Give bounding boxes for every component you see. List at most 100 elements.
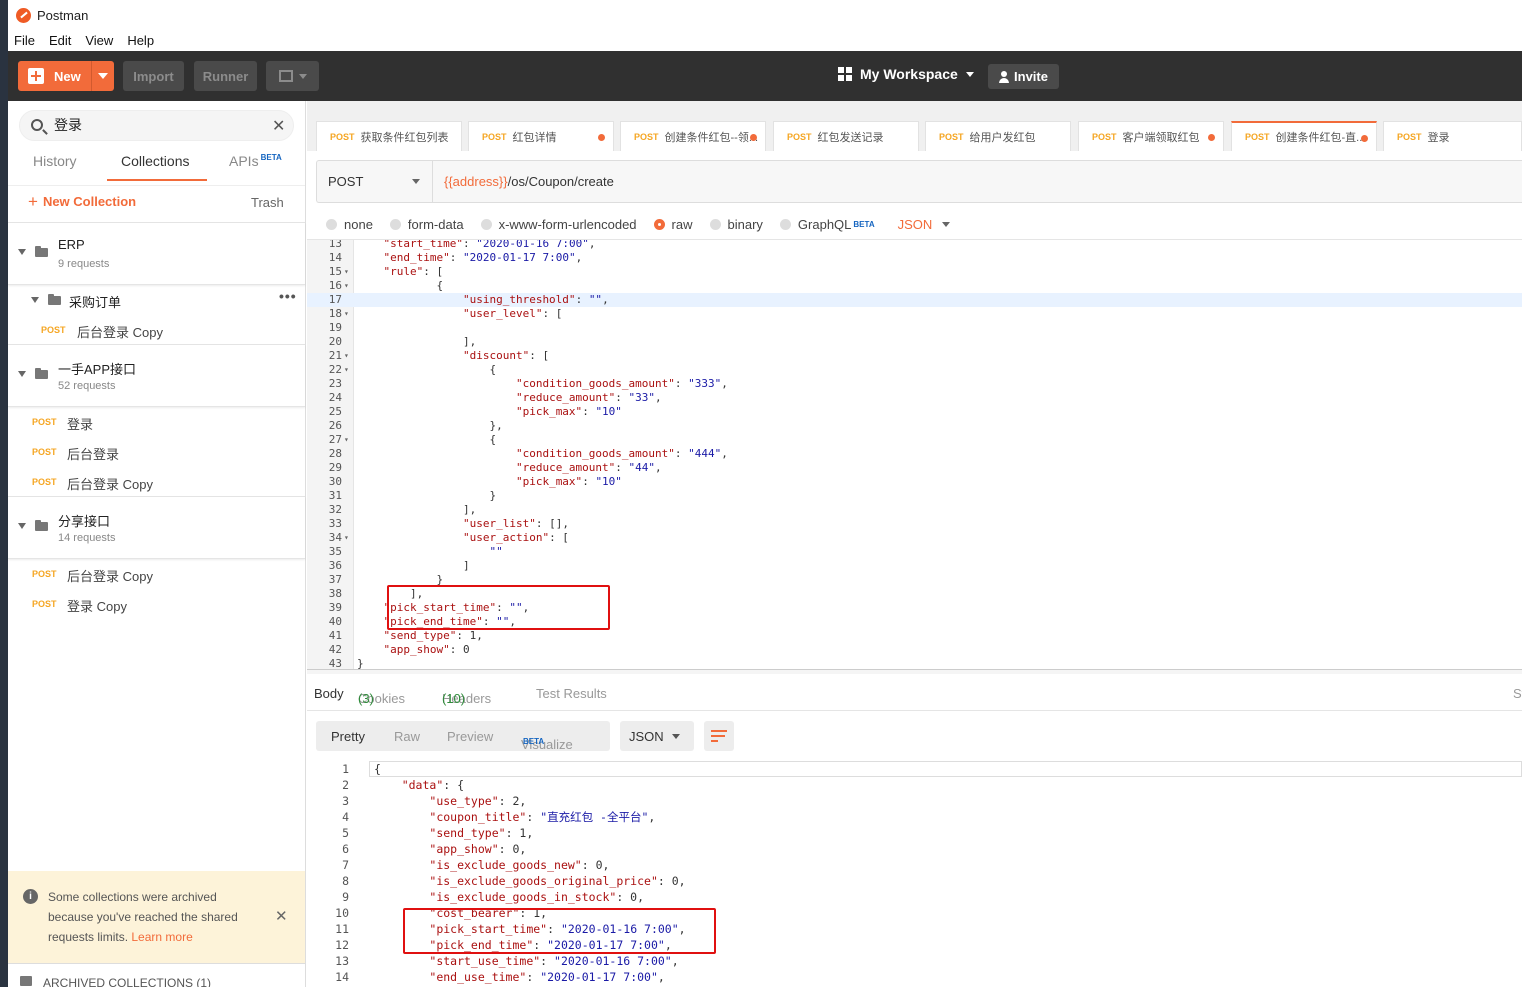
tab-request-active[interactable]: POST 创建条件红包-直... [1231,121,1377,151]
request-item[interactable]: POST 后台登录 [8,437,305,467]
code-line: 42 "app_show": 0 [307,643,1522,657]
tab-request[interactable]: POST 客户端领取红包 [1078,121,1224,151]
new-collection-button[interactable]: + New Collection [28,193,137,210]
trash-button[interactable]: Trash [251,195,284,210]
line-number: 42 [328,643,342,656]
archived-collections-bar[interactable]: ARCHIVED COLLECTIONS (1) [8,963,305,987]
tab-label: 给用户发红包 [969,131,1036,144]
workspace-switcher[interactable]: My Workspace [838,66,974,82]
menu-view[interactable]: View [85,33,113,48]
unsaved-dot-icon [598,134,605,141]
chevron-down-icon[interactable] [18,249,26,255]
tab-test-results[interactable]: Test Results [536,686,607,701]
view-preview[interactable]: Preview [447,729,493,744]
tab-method: POST [1397,131,1422,142]
url-variable: {{address}} [444,174,508,189]
workspace-grid-icon [838,67,852,81]
pane-divider[interactable] [307,669,1522,674]
sidebar-search[interactable]: ✕ [19,110,294,141]
fold-toggle-icon[interactable]: ▾ [344,307,349,321]
request-method: POST [32,447,57,457]
collection-folder-icon [35,246,48,257]
radio-urlencoded[interactable]: x-www-form-urlencoded [480,216,637,232]
menu-edit[interactable]: Edit [49,33,71,48]
response-format-select[interactable]: JSON [620,721,694,751]
url-input[interactable]: {{address}}/os/Coupon/create [444,174,614,189]
import-button[interactable]: Import [123,61,184,91]
code-text: "start_use_time": "2020-01-16 7:00", [429,954,679,968]
runner-button[interactable]: Runner [194,61,257,91]
tab-request[interactable]: POST 创建条件红包--领... [620,121,766,151]
chevron-down-icon[interactable] [18,523,26,529]
tab-label: 获取条件红包列表 [360,131,449,144]
more-options-icon[interactable]: ••• [279,288,297,304]
request-item[interactable]: POST 后台登录 Copy [8,467,305,497]
collection-item[interactable]: 一手APP接口 52 requests [8,345,305,407]
tab-request[interactable]: POST 红包详情 [468,121,614,151]
menu-help[interactable]: Help [127,33,154,48]
code-line: 13 "start_time": "2020-01-16 7:00", [307,240,1522,251]
fold-toggle-icon[interactable]: ▾ [344,349,349,363]
radio-raw[interactable]: raw [653,217,693,232]
tab-request[interactable]: POST 给用户发红包 [925,121,1071,151]
tab-collections[interactable]: Collections [121,153,189,169]
tab-request[interactable]: POST 获取条件红包列表 [316,121,462,151]
menu-file[interactable]: File [14,33,35,48]
tab-apis[interactable]: APIs BETA [229,153,282,169]
method-select[interactable]: POST [317,161,433,202]
tab-request[interactable]: POST 红包发送记录 [773,121,919,151]
code-line: 15 ▾ "rule": [ [307,265,1522,279]
view-pretty[interactable]: Pretty [331,729,365,744]
request-item[interactable]: POST 后台登录 Copy [8,559,305,589]
code-line: 7 "is_exclude_goods_new": 0, [307,857,1522,873]
line-number: 13 [335,954,349,968]
fold-toggle-icon[interactable]: ▾ [344,363,349,377]
close-icon[interactable]: ✕ [275,907,288,925]
tab-request[interactable]: POST 登录 [1383,121,1522,151]
folder-item[interactable]: 采购订单 ••• [8,285,305,315]
request-item[interactable]: POST 登录 Copy [8,589,305,619]
collection-item[interactable]: ERP 9 requests [8,223,305,285]
invite-button[interactable]: Invite [988,64,1059,89]
tab-history[interactable]: History [33,153,77,169]
request-method: POST [32,477,57,487]
fold-toggle-icon[interactable]: ▾ [344,265,349,279]
fold-toggle-icon[interactable]: ▾ [344,433,349,447]
fold-toggle-icon[interactable]: ▾ [344,531,349,545]
radio-graphql[interactable]: GraphQL BETA [779,217,875,232]
line-number: 32 [328,503,342,516]
code-text: "condition_goods_amount": "444", [515,447,728,460]
learn-more-link[interactable]: Learn more [131,930,192,944]
radio-form-data[interactable]: form-data [389,217,464,232]
new-dropdown-chevron-icon[interactable] [98,73,108,79]
tab-body[interactable]: Body [314,686,344,701]
radio-label: x-www-form-urlencoded [498,216,637,232]
radio-binary[interactable]: binary [709,217,763,232]
collection-item[interactable]: 分享接口 14 requests [8,497,305,559]
fold-toggle-icon[interactable]: ▾ [344,279,349,293]
new-window-button[interactable] [266,61,319,91]
line-number: 36 [328,559,342,572]
code-text: ], [357,503,477,516]
chevron-down-icon [965,71,974,77]
wrap-lines-button[interactable] [704,721,734,751]
chevron-down-icon[interactable] [18,371,26,377]
chevron-down-icon[interactable] [31,297,39,303]
request-item[interactable]: POST 后台登录 Copy [8,315,305,345]
new-collection-label: New Collection [42,194,137,209]
workspace-name: My Workspace [860,66,958,82]
request-item[interactable]: POST 登录 [8,407,305,437]
view-raw[interactable]: Raw [394,729,420,744]
search-input[interactable] [54,117,254,133]
folder-icon [48,294,61,305]
radio-none[interactable]: none [326,217,373,232]
clear-search-icon[interactable]: ✕ [272,116,285,136]
code-line: 19 [307,321,1522,335]
body-format-select[interactable]: JSON [898,217,951,232]
collection-folder-icon [35,368,48,379]
collection-count: 52 requests [58,380,116,392]
code-text: { [357,363,497,376]
code-line: 32 ], [307,503,1522,517]
top-toolbar: New Import Runner My Workspace Invite [8,51,1522,101]
new-button[interactable]: New [18,61,114,91]
